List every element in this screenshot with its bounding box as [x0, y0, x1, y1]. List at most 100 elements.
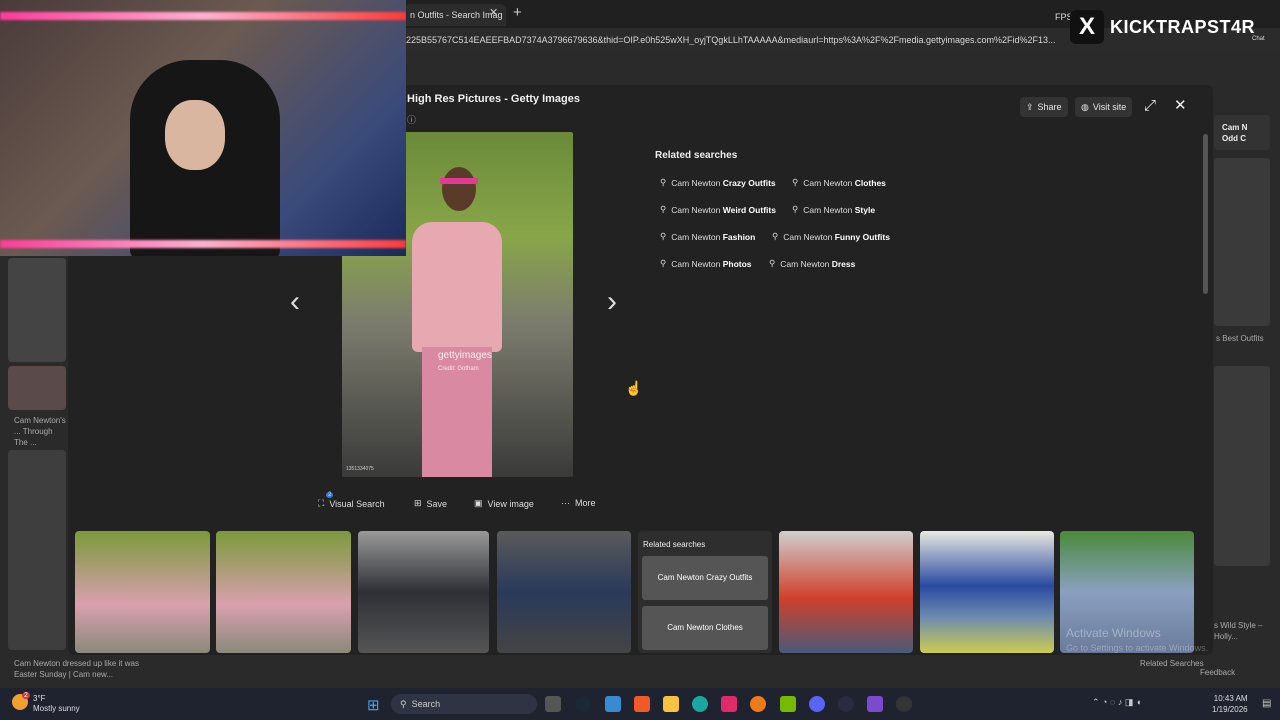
feedback-button[interactable]: Feedback: [1200, 668, 1235, 677]
notification-icon[interactable]: ▤: [1262, 698, 1271, 709]
related-chip-6[interactable]: ⚲ Cam Newton Funny Outfits: [772, 231, 890, 242]
nvidia-icon[interactable]: [780, 696, 796, 712]
bg-caption-bottom[interactable]: Cam Newton dressed up like it was Easter…: [14, 658, 144, 680]
strip-thumb-5[interactable]: [779, 531, 913, 653]
view-image-label: View image: [487, 498, 534, 509]
visual-search-button[interactable]: ⛶ 2 Visual Search: [318, 492, 385, 509]
view-image-button[interactable]: ▣ View image: [474, 498, 534, 509]
search-icon: ⚲: [660, 177, 667, 187]
next-arrow-icon[interactable]: ›: [607, 285, 617, 319]
streamer-face: [165, 100, 225, 170]
tray-icons[interactable]: ⌃ ◔ ◌ ♪ ◨ ◖: [1092, 697, 1141, 708]
related-chip-3[interactable]: ⚲ Cam Newton Weird Outfits: [660, 204, 776, 215]
bg-thumb-left-3[interactable]: [8, 450, 66, 650]
strip-thumb-1[interactable]: [75, 531, 210, 653]
new-tab-button[interactable]: +: [513, 4, 522, 21]
strip-thumb-4[interactable]: [497, 531, 631, 653]
notepad-icon[interactable]: [605, 696, 621, 712]
related-chip-4[interactable]: ⚲ Cam Newton Style: [792, 204, 875, 215]
capcut-icon[interactable]: [896, 696, 912, 712]
webcam-glow-bottom: [0, 240, 406, 248]
figure-vest: [412, 222, 502, 352]
bg-thumb-right-1[interactable]: [1214, 158, 1270, 326]
previous-arrow-icon[interactable]: ‹: [290, 285, 300, 319]
related-searches-heading: Related searches: [655, 150, 738, 161]
save-icon: ⊞: [414, 498, 422, 508]
search-icon: ⚲: [792, 177, 799, 187]
streamer-badge: X KICKTRAPST4R: [1070, 8, 1280, 46]
webcam-overlay: [0, 0, 406, 256]
tiktok-icon[interactable]: [721, 696, 737, 712]
start-icon[interactable]: ⊞: [367, 696, 380, 714]
hand-cursor-icon: ☝: [625, 380, 643, 396]
search-icon: ⚲: [792, 204, 799, 214]
strip-related-searches-card: Related searches Cam Newton Crazy Outfit…: [638, 531, 772, 653]
strip-related-item-1[interactable]: Cam Newton Crazy Outfits: [642, 556, 768, 600]
visual-search-icon: ⛶ 2: [318, 492, 334, 508]
search-icon: ⚲: [660, 204, 667, 214]
more-label: More: [575, 498, 596, 508]
image-watermark: gettyimages: [438, 350, 492, 361]
weather-widget[interactable]: 3°F Mostly sunny: [33, 694, 80, 714]
taskbar-search-placeholder: Search: [411, 699, 441, 709]
webcam-glow-top: [0, 12, 406, 20]
expand-icon[interactable]: ⤢: [1144, 97, 1156, 114]
search-icon: ⚲: [660, 258, 667, 268]
bg-thumb-right-2[interactable]: [1214, 366, 1270, 566]
taskbar-search[interactable]: ⚲ Search: [391, 694, 537, 714]
related-chip-1[interactable]: ⚲ Cam Newton Crazy Outfits: [660, 177, 776, 188]
firefox-icon[interactable]: [750, 696, 766, 712]
obs-icon[interactable]: [838, 696, 854, 712]
strip-related-heading: Related searches: [643, 540, 706, 549]
bg-caption-right-1[interactable]: s Best Outfits: [1216, 333, 1276, 344]
more-button[interactable]: ··· More: [561, 498, 596, 508]
strip-related-item-2[interactable]: Cam Newton Clothes: [642, 606, 768, 650]
bg-thumb-left-1[interactable]: [8, 258, 66, 362]
share-button[interactable]: ⇪ Share: [1020, 97, 1068, 117]
info-icon[interactable]: ⓘ: [407, 113, 416, 126]
figure-headband: [440, 178, 478, 184]
bg-thumb-left-2[interactable]: [8, 366, 66, 410]
viewer-scrollbar[interactable]: [1203, 134, 1208, 294]
strip-thumb-6[interactable]: [920, 531, 1054, 653]
clock-time: 10:43 AM: [1213, 694, 1248, 703]
related-chip-5[interactable]: ⚲ Cam Newton Fashion: [660, 231, 755, 242]
related-chip-8[interactable]: ⚲ Cam Newton Dress: [769, 258, 855, 269]
visit-site-label: Visit site: [1092, 102, 1127, 112]
x-logo-icon: X: [1070, 10, 1104, 44]
visit-site-button[interactable]: ◍ Visit site: [1075, 97, 1133, 117]
discord-icon[interactable]: [809, 696, 825, 712]
bg-card-right-text[interactable]: Cam N Odd C: [1222, 122, 1252, 144]
edge-icon[interactable]: [692, 696, 708, 712]
bg-caption-right-2[interactable]: s Wild Style – Holly...: [1214, 620, 1274, 642]
image-credit: Credit: Gotham: [438, 366, 479, 372]
strip-thumb-3[interactable]: [358, 531, 489, 653]
save-button[interactable]: ⊞ Save: [414, 498, 447, 509]
related-chip-7[interactable]: ⚲ Cam Newton Photos: [660, 258, 752, 269]
streamer-name: KICKTRAPST4R: [1110, 16, 1256, 37]
weather-condition: Mostly sunny: [33, 704, 80, 713]
clock-date: 1/19/2026: [1212, 705, 1248, 714]
visual-search-label: Visual Search: [329, 498, 385, 509]
url-text[interactable]: 225B55767C514EAEEFBAD7374A3796679636&thi…: [406, 35, 1056, 45]
brave-icon[interactable]: [634, 696, 650, 712]
figure-head: [442, 167, 476, 211]
search-icon: ⚲: [660, 231, 667, 241]
strip-thumb-2[interactable]: [216, 531, 351, 653]
app-icon[interactable]: [867, 696, 883, 712]
system-clock[interactable]: 10:43 AM 1/19/2026: [1212, 693, 1248, 715]
search-icon: ⚲: [400, 698, 407, 709]
save-label: Save: [426, 498, 448, 509]
search-icon: ⚲: [772, 231, 779, 241]
task-view-icon[interactable]: [545, 696, 561, 712]
steam-icon[interactable]: [575, 696, 591, 712]
chat-label[interactable]: Chat: [1252, 36, 1265, 42]
related-chip-2[interactable]: ⚲ Cam Newton Clothes: [792, 177, 886, 188]
file-explorer-icon[interactable]: [663, 696, 679, 712]
bg-caption-left[interactable]: Cam Newton's ... Through The ...: [14, 415, 66, 448]
more-icon: ···: [561, 498, 570, 508]
close-icon[interactable]: ✕: [1174, 96, 1187, 114]
tab-close-icon[interactable]: ✕: [489, 6, 498, 19]
viewer-title[interactable]: High Res Pictures - Getty Images: [407, 93, 580, 105]
weather-badge: 2: [22, 692, 30, 699]
